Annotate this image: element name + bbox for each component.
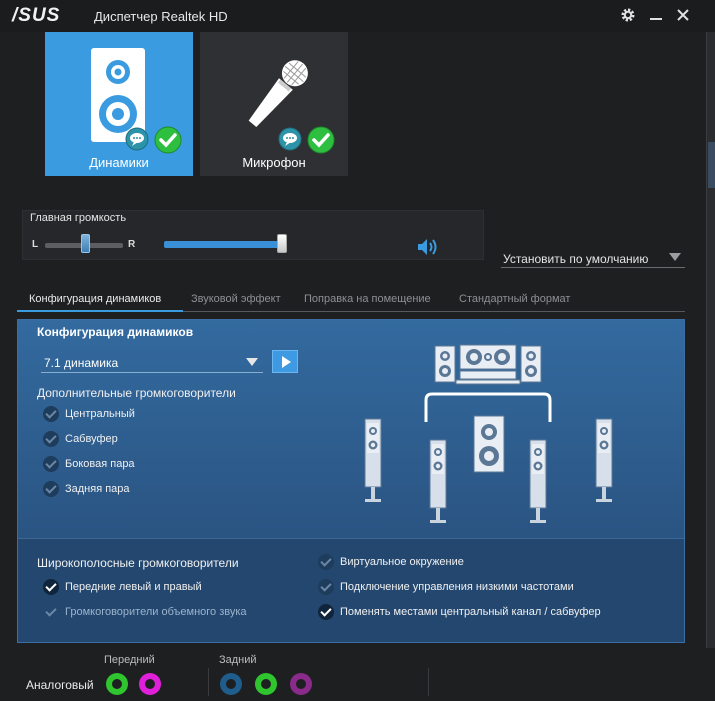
speaker-layout-diagram[interactable] [350, 340, 650, 535]
checkbox-label: Боковая пара [65, 458, 135, 470]
checkbox-bass-management[interactable]: Подключение управления низкими частотами [318, 579, 574, 595]
volume-speaker-icon[interactable] [416, 237, 440, 257]
background-window-edge [706, 32, 715, 701]
rear-jacks-label: Задний [219, 654, 257, 666]
chevron-down-icon [246, 358, 258, 366]
checkbox-label: Сабвуфер [65, 433, 118, 445]
active-tab-indicator [17, 310, 183, 312]
check-badge-icon [307, 126, 335, 154]
title-bar: /SUS Диспетчер Realtek HD [0, 0, 715, 32]
checkbox-label: Задняя пара [65, 483, 130, 495]
volume-slider-thumb[interactable] [277, 234, 287, 253]
set-default-label: Установить по умолчанию [503, 252, 649, 266]
center-speaker-icon [455, 344, 521, 385]
tab-sound-effect[interactable]: Звуковой эффект [191, 293, 281, 305]
balance-right-label: R [128, 239, 136, 250]
main-volume-title: Главная громкость [30, 212, 127, 224]
device-tile-speakers[interactable]: Динамики [45, 32, 193, 176]
front-left-speaker-icon [434, 345, 456, 383]
checkbox-label: Поменять местами центральный канал / саб… [340, 606, 601, 618]
front-jack-green[interactable] [106, 673, 128, 695]
check-icon [318, 604, 334, 620]
tab-bar: Конфигурация динамиков Звуковой эффект П… [17, 290, 685, 312]
checkbox-rear-pair[interactable]: Задняя пара [43, 481, 130, 497]
checkbox-label: Подключение управления низкими частотами [340, 581, 574, 593]
side-right-speaker-icon [595, 418, 613, 503]
chat-bubble-icon [278, 127, 302, 151]
checkbox-label: Виртуальное окружение [340, 556, 464, 568]
asus-logo: /SUS [12, 5, 61, 26]
analog-label: Аналоговый [26, 678, 94, 692]
check-badge-icon [154, 126, 182, 154]
front-right-speaker-icon [520, 345, 542, 383]
subwoofer-icon [473, 415, 505, 473]
tab-room-correction[interactable]: Поправка на помещение [304, 293, 431, 305]
check-icon [43, 406, 59, 422]
gear-icon[interactable] [617, 4, 639, 26]
checkbox-front-lr[interactable]: Передние левый и правый [43, 579, 202, 595]
rear-jack-purple[interactable] [290, 673, 312, 695]
chat-bubble-icon [125, 127, 149, 151]
check-icon [318, 579, 334, 595]
checkbox-label: Передние левый и правый [65, 581, 202, 593]
device-label-speakers: Динамики [89, 155, 149, 170]
speaker-config-select[interactable]: 7.1 динамика [41, 352, 263, 373]
config-title: Конфигурация динамиков [37, 325, 194, 339]
side-left-speaker-icon [364, 418, 382, 503]
checkbox-center[interactable]: Центральный [43, 406, 135, 422]
fullrange-title: Широкополосные громкоговорители [37, 556, 239, 570]
divider [208, 668, 209, 696]
volume-slider-track[interactable] [164, 241, 284, 248]
divider [428, 668, 429, 696]
balance-slider-thumb[interactable] [81, 234, 90, 253]
checkbox-label: Громкоговорители объемного звука [65, 606, 247, 618]
tab-default-format[interactable]: Стандартный формат [459, 293, 570, 305]
speaker-config-value: 7.1 динамика [44, 356, 119, 370]
checkbox-swap-center-sub[interactable]: Поменять местами центральный канал / саб… [318, 604, 601, 620]
checkbox-surround: Громкоговорители объемного звука [43, 604, 247, 620]
balance-left-label: L [32, 239, 39, 250]
window-title: Диспетчер Realtek HD [94, 9, 228, 24]
speaker-config-panel: Конфигурация динамиков 7.1 динамика Допо… [17, 319, 685, 643]
main-volume-panel: Главная громкость L R [22, 210, 484, 260]
device-tile-microphone[interactable]: Микрофон [200, 32, 348, 176]
checkbox-side-pair[interactable]: Боковая пара [43, 456, 135, 472]
checkbox-label: Центральный [65, 408, 135, 420]
play-test-button[interactable] [272, 350, 298, 373]
rear-jack-green[interactable] [255, 673, 277, 695]
config-section: Конфигурация динамиков 7.1 динамика Допо… [18, 320, 684, 538]
check-icon [43, 431, 59, 447]
check-icon [43, 456, 59, 472]
extra-speakers-title: Дополнительные громкоговорители [37, 386, 236, 400]
minimize-icon[interactable] [645, 4, 667, 26]
check-icon [43, 579, 59, 595]
device-label-microphone: Микрофон [242, 155, 306, 170]
chevron-down-icon [669, 253, 681, 261]
front-jacks-label: Передний [104, 654, 155, 666]
check-icon [318, 554, 334, 570]
checkbox-subwoofer[interactable]: Сабвуфер [43, 431, 118, 447]
close-icon[interactable] [672, 4, 694, 26]
checkbox-virtual-surround[interactable]: Виртуальное окружение [318, 554, 464, 570]
set-default-dropdown[interactable]: Установить по умолчанию [501, 250, 685, 268]
rear-jack-blue[interactable] [220, 673, 242, 695]
check-icon [43, 481, 59, 497]
rear-right-speaker-icon [529, 439, 547, 524]
rear-left-speaker-icon [429, 439, 447, 524]
jack-panel: Передний Задний Аналоговый [0, 648, 715, 701]
options-section: Широкополосные громкоговорители Передние… [18, 538, 684, 642]
front-jack-pink[interactable] [139, 673, 161, 695]
check-icon [43, 604, 59, 620]
tab-speaker-config[interactable]: Конфигурация динамиков [29, 293, 161, 305]
